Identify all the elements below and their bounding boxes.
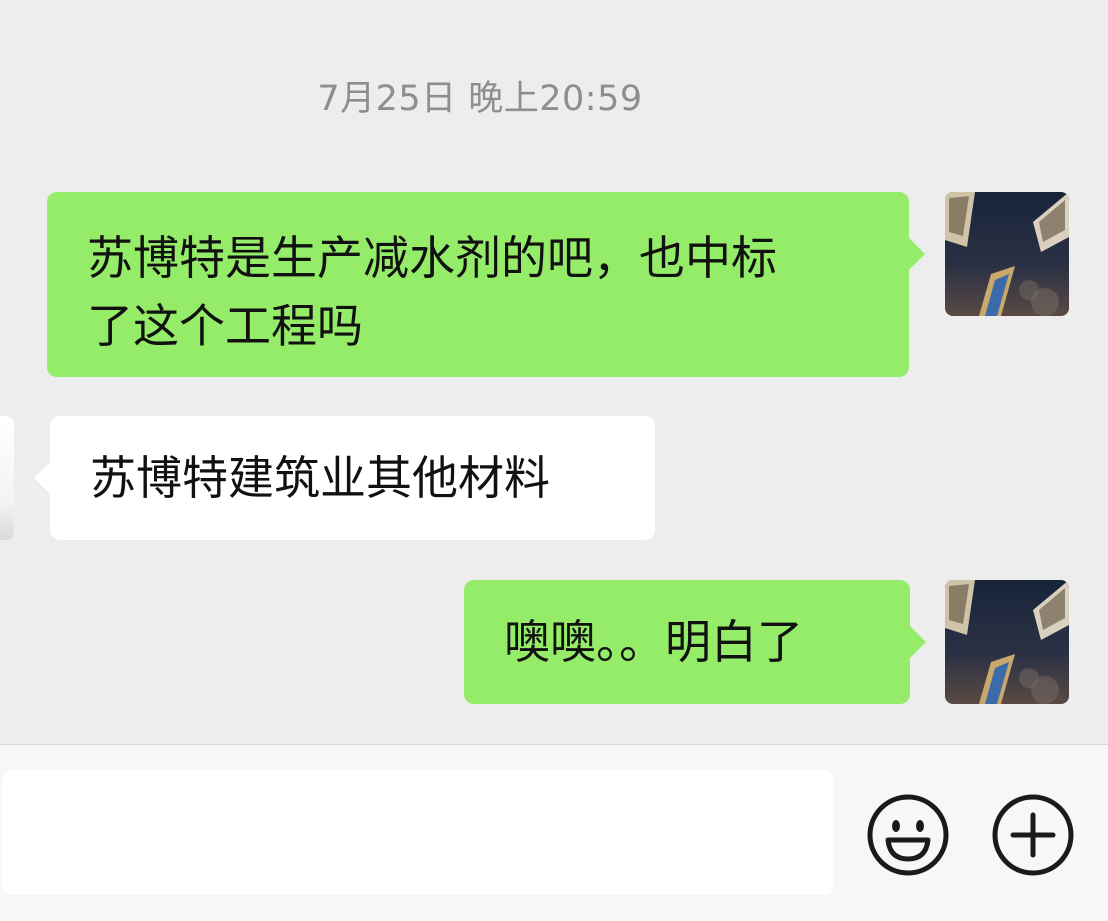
self-avatar[interactable] — [945, 192, 1069, 316]
message-text-line: 苏博特是生产减水剂的吧，也中标 — [87, 231, 777, 285]
self-avatar[interactable] — [945, 580, 1069, 704]
message-input[interactable] — [2, 770, 834, 895]
message-text-line: 了这个工程吗 — [87, 299, 363, 353]
bubble-tail — [34, 462, 50, 494]
message-text: 噢噢。。明白了 — [504, 615, 803, 669]
plus-circle-icon[interactable] — [991, 793, 1075, 877]
message-bubble-outgoing[interactable]: 噢噢。。明白了 — [464, 580, 910, 704]
message-bubble-incoming[interactable]: 苏博特建筑业其他材料 — [50, 416, 655, 540]
bubble-tail — [909, 238, 925, 270]
input-bar — [0, 744, 1108, 921]
bubble-tail — [910, 626, 926, 658]
emoji-smile-icon[interactable] — [866, 793, 950, 877]
message-timestamp: 7月25日 晚上20:59 — [317, 79, 643, 119]
chat-area[interactable]: 7月25日 晚上20:59 苏博特是生产减水剂的吧，也中标 了这个工程吗 苏博特… — [0, 0, 1108, 744]
message-text: 苏博特建筑业其他材料 — [90, 451, 550, 505]
contact-avatar[interactable] — [0, 416, 14, 540]
message-bubble-outgoing[interactable]: 苏博特是生产减水剂的吧，也中标 了这个工程吗 — [47, 192, 909, 377]
